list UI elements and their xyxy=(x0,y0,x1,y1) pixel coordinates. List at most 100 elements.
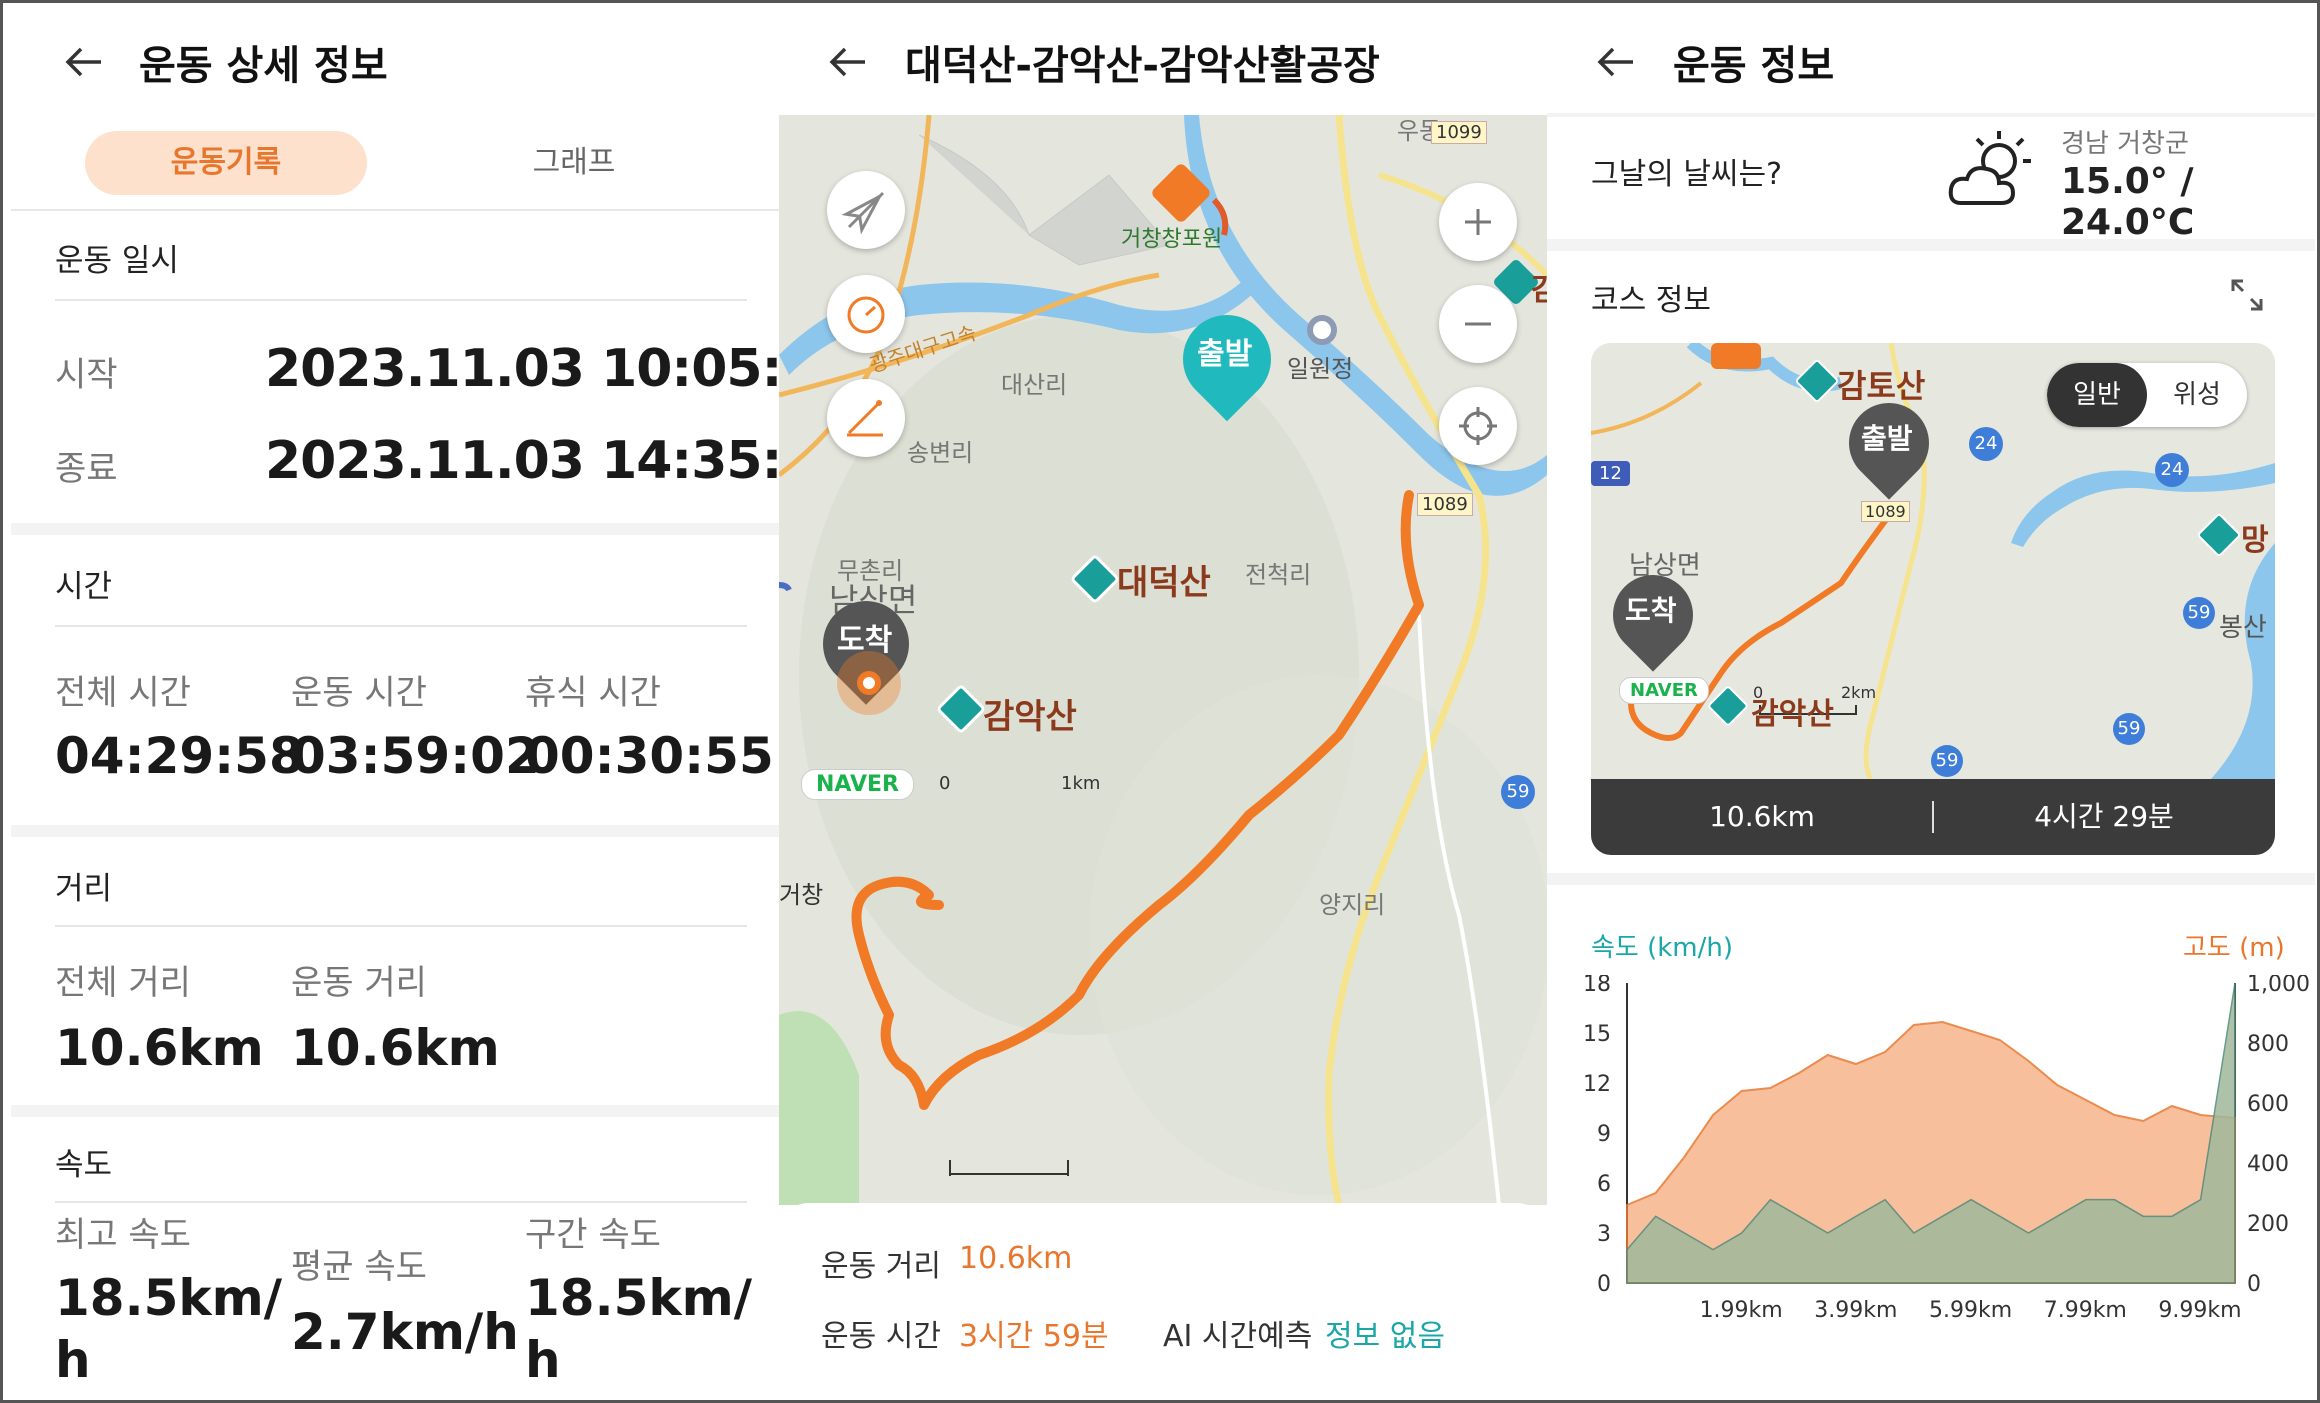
weather-temperature: 15.0° / 24.0°C xyxy=(2061,161,2195,243)
speed-tick-label: 3 xyxy=(1597,1222,1611,1247)
back-arrow-icon[interactable] xyxy=(63,41,105,83)
header: 운동 정보 xyxy=(1547,3,2315,115)
map-label-daedeoksan: 대덕산 xyxy=(1117,563,1211,603)
segment-speed-label: 구간 속도 xyxy=(525,1215,661,1255)
distance-tick-label: 7.99km xyxy=(2044,1298,2127,1323)
exercise-time-label: 운동 시간 xyxy=(291,673,427,713)
tab-exercise-record[interactable]: 운동기록 xyxy=(85,131,367,195)
back-arrow-icon[interactable] xyxy=(1595,41,1637,83)
toggle-satellite-map[interactable]: 위성 xyxy=(2147,363,2247,427)
altitude-tick-label: 200 xyxy=(2247,1212,2289,1237)
distance-tick-label: 5.99km xyxy=(1929,1298,2012,1323)
scale-zero: 0 xyxy=(1753,683,1764,702)
zoom-in-button[interactable] xyxy=(1439,183,1517,261)
naver-logo: NAVER xyxy=(1619,677,1709,704)
start-marker-label: 출발 xyxy=(1197,337,1253,372)
total-time-label: 전체 시간 xyxy=(55,673,191,713)
road-badge-1089: 1089 xyxy=(1861,501,1910,522)
altitude-button[interactable] xyxy=(827,379,905,457)
road-badge-1089: 1089 xyxy=(1417,493,1473,516)
divider xyxy=(55,1201,747,1203)
map-label-songbyeonri: 송변리 xyxy=(907,439,974,467)
exercise-distance-label: 운동 거리 xyxy=(291,963,427,1003)
end-marker-label: 도착 xyxy=(1625,594,1677,627)
max-speed-unit: h xyxy=(55,1331,91,1389)
altitude-tick-label: 600 xyxy=(2247,1092,2289,1117)
weather-section: 그날의 날씨는? 경남 거창군 15.0° / 24.0°C xyxy=(1547,117,2315,243)
exercise-distance-value: 10.6km xyxy=(291,1019,500,1077)
rest-time-value: 00:30:55 xyxy=(525,727,774,785)
avg-speed-label: 평균 속도 xyxy=(291,1247,427,1287)
distance-tick-label: 3.99km xyxy=(1814,1298,1897,1323)
course-duration: 4시간 29분 xyxy=(2034,800,2174,833)
speed-altitude-chart: 속도 (km/h) 고도 (m) 0 3 6 9 12 15 18 0 200 400 600 800… xyxy=(1547,885,2315,1400)
map-label-daesanri: 대산리 xyxy=(1001,371,1068,399)
course-summary-bar: 10.6km 4시간 29분 xyxy=(1591,779,2275,855)
total-distance-label: 전체 거리 xyxy=(55,963,191,1003)
section-separator xyxy=(11,1105,779,1117)
map-type-toggle[interactable]: 일반 위성 xyxy=(2047,363,2247,427)
naver-logo: NAVER xyxy=(801,769,914,800)
distance-value: 10.6km xyxy=(959,1241,1073,1276)
ilwonjeong-marker-icon xyxy=(1307,315,1337,345)
road-badge-24b: 24 xyxy=(2155,453,2189,487)
crosshair-icon xyxy=(1459,407,1497,445)
scale-2km: 2km xyxy=(1841,683,1877,702)
speed-tick-label: 15 xyxy=(1583,1022,1611,1047)
header: 운동 상세 정보 xyxy=(11,3,779,115)
altitude-tick-label: 400 xyxy=(2247,1152,2289,1177)
total-distance-value: 10.6km xyxy=(55,1019,264,1077)
altitude-axis-title: 고도 (m) xyxy=(2183,933,2285,963)
map-label-gamaksan: 감악산 xyxy=(1751,697,1834,732)
map-label-gam: 감 xyxy=(1531,265,1547,309)
speedometer-button[interactable] xyxy=(827,275,905,353)
tab-graph[interactable]: 그래프 xyxy=(433,131,715,195)
time-section: 시간 전체 시간 04:29:58 운동 시간 03:59:02 휴식 시간 0… xyxy=(11,535,779,825)
toggle-normal-map[interactable]: 일반 xyxy=(2047,363,2147,427)
page-title: 운동 정보 xyxy=(1673,43,1835,89)
divider xyxy=(55,625,747,627)
minus-icon xyxy=(1465,322,1491,326)
speed-tick-label: 0 xyxy=(1597,1272,1611,1297)
speed-tick-label: 6 xyxy=(1597,1172,1611,1197)
distance-tick-label: 1.99km xyxy=(1700,1298,1783,1323)
speed-axis-title: 속도 (km/h) xyxy=(1591,933,1734,963)
locate-me-button[interactable] xyxy=(1439,387,1517,465)
map-label-gamtosan: 감토산 xyxy=(1837,367,1926,405)
ai-prediction-value: 정보 없음 xyxy=(1325,1319,1445,1354)
road-badge-59b: 59 xyxy=(2113,713,2145,745)
map-label-geochang2: 거창 xyxy=(779,881,824,909)
distance-label: 운동 거리 xyxy=(821,1249,941,1284)
road-badge-59c: 59 xyxy=(1931,745,1963,777)
speed-section: 속도 최고 속도 18.5km/ h 평균 속도 2.7km/h 구간 속도 1… xyxy=(11,1117,779,1400)
map-label-geochang: 거창창포원 xyxy=(1121,227,1223,252)
route-title: 대덕산-감악산-감악산활공장 xyxy=(905,43,1380,89)
end-label: 종료 xyxy=(55,449,118,489)
poi-icon xyxy=(1711,343,1761,369)
zoom-out-button[interactable] xyxy=(1439,285,1517,363)
back-arrow-icon[interactable] xyxy=(827,41,869,83)
section-separator xyxy=(1547,873,2315,885)
route-map[interactable]: 우동 1099 거창창포원 감 일원정 광주대구고속 대산리 송변리 무촌리 남… xyxy=(779,115,1547,1205)
screenshot-frame: 운동 상세 정보 운동기록 그래프 운동 일시 시작 2023.11.03 10… xyxy=(0,0,2320,1403)
road-badge-24a: 24 xyxy=(1969,427,2003,461)
map-label-mang: 망 xyxy=(2241,523,2269,558)
time-label: 운동 시간 xyxy=(821,1319,941,1354)
road-badge-12: 12 xyxy=(1591,461,1630,486)
segment-speed-value: 18.5km/ xyxy=(525,1269,752,1327)
compass-button[interactable] xyxy=(827,171,905,249)
weather-question: 그날의 날씨는? xyxy=(1591,157,1783,192)
start-marker-label: 출발 xyxy=(1861,422,1913,455)
start-label: 시작 xyxy=(55,355,118,395)
chart-svg: 0 3 6 9 12 15 18 0 200 400 600 800 1,000 1.99km 3.99km… xyxy=(1583,975,2310,1323)
expand-icon[interactable] xyxy=(2227,275,2267,315)
total-time-value: 04:29:58 xyxy=(55,727,304,785)
end-value: 2023.11.03 14:35:47 xyxy=(265,431,779,491)
course-map-card[interactable]: 감토산 남상면 감악산 망 봉산 12 24 24 1089 59 59 59 … xyxy=(1591,343,2275,855)
compass-off-icon xyxy=(841,191,885,235)
max-speed-value: 18.5km/ xyxy=(55,1269,282,1327)
plus-icon xyxy=(1465,209,1491,235)
section-title: 속도 xyxy=(55,1147,113,1183)
map-label-ilwonjeong: 일원정 xyxy=(1287,355,1354,383)
altitude-tick-label: 0 xyxy=(2247,1272,2261,1297)
